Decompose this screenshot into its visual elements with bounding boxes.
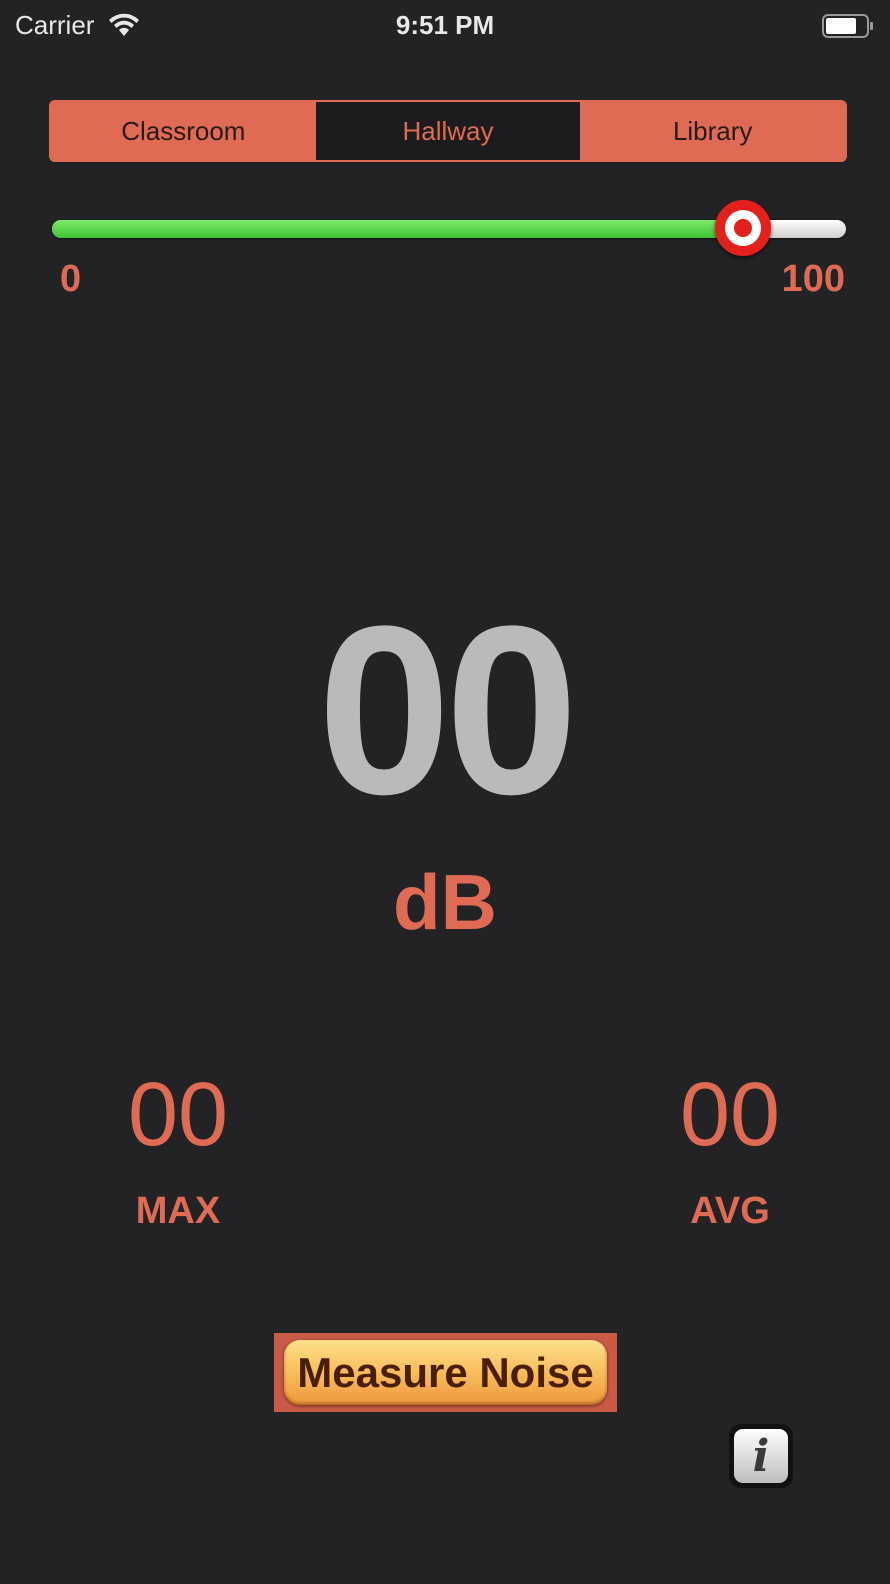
avg-value: 00 <box>679 1065 781 1165</box>
battery-icon <box>822 14 873 38</box>
threshold-slider[interactable] <box>52 200 846 256</box>
segment-classroom[interactable]: Classroom <box>51 102 316 160</box>
slider-thumb[interactable] <box>714 200 771 256</box>
segment-hallway[interactable]: Hallway <box>315 102 581 160</box>
measure-noise-button[interactable]: Measure Noise <box>274 1333 617 1412</box>
slider-max-label: 100 <box>781 258 845 300</box>
decibel-unit-label: dB <box>393 858 497 946</box>
slider-min-label: 0 <box>60 258 82 300</box>
noise-meter-screen: Carrier 9:51 PM Classroom Hallway Librar… <box>0 0 890 1584</box>
info-button[interactable]: i <box>729 1424 793 1488</box>
status-bar: Carrier 9:51 PM <box>0 0 890 52</box>
info-icon: i <box>734 1429 788 1483</box>
slider-fill <box>52 220 743 238</box>
max-value: 00 <box>127 1065 229 1165</box>
decibel-reading: 00 <box>317 576 579 844</box>
avg-label: AVG <box>690 1190 770 1232</box>
segment-library[interactable]: Library <box>580 102 845 160</box>
measure-noise-label: Measure Noise <box>284 1340 607 1405</box>
clock: 9:51 PM <box>395 10 495 40</box>
location-segmented-control: Classroom Hallway Library <box>49 100 847 162</box>
max-label: MAX <box>135 1190 221 1232</box>
